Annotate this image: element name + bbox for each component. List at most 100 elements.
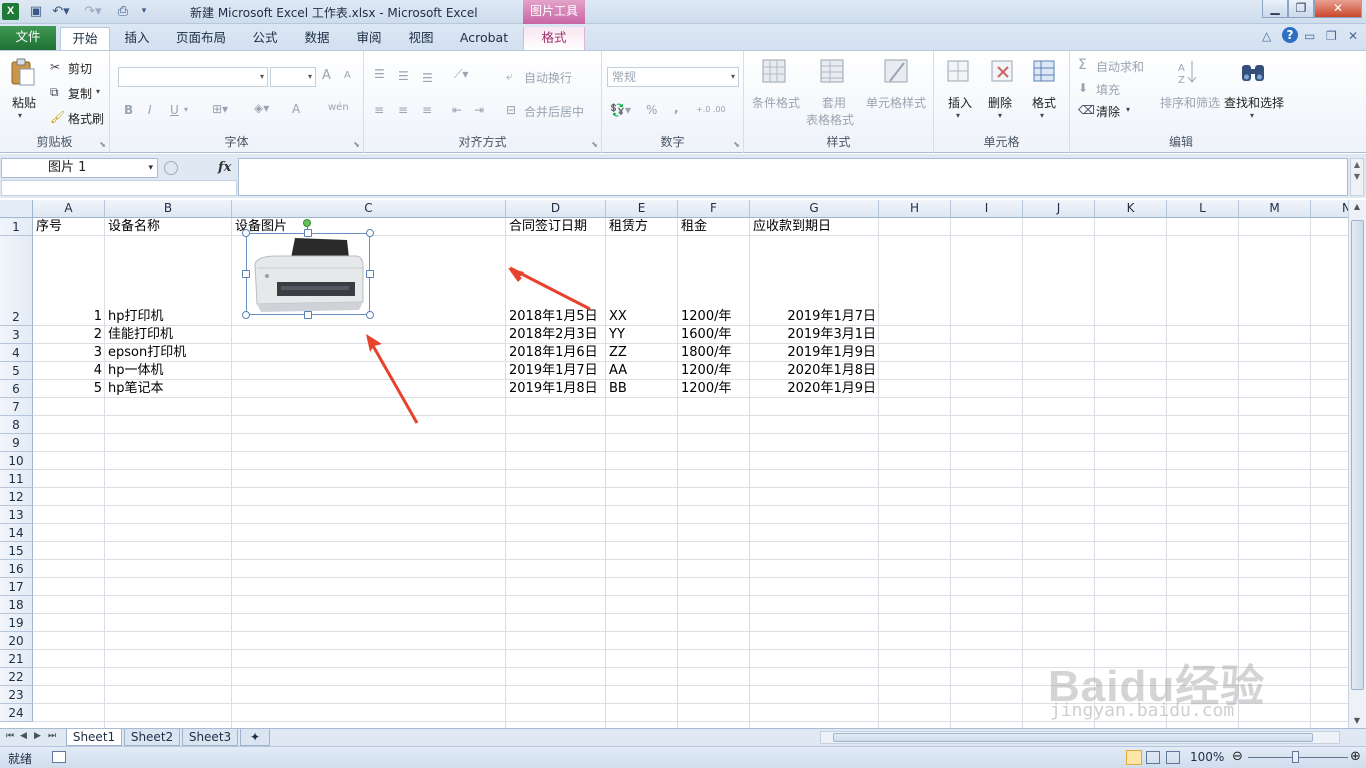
column-header-g[interactable]: G (750, 200, 879, 218)
doc-restore-icon[interactable]: ❐ (1326, 29, 1337, 43)
phonetic-button[interactable]: wén (328, 102, 349, 113)
resize-handle-6[interactable] (304, 311, 312, 319)
paste-button[interactable]: 粘贴 (12, 94, 36, 111)
format-as-table-button-line1[interactable]: 套用 (822, 94, 846, 111)
row-header-3[interactable]: 3 (0, 326, 33, 344)
cell-b5[interactable]: hp一体机 (105, 362, 232, 380)
align-center-icon[interactable]: ≡ (398, 103, 408, 117)
bold-button[interactable]: B (124, 103, 133, 117)
increase-decimal-button[interactable]: +.0 .00 (696, 105, 726, 114)
clear-button[interactable]: 清除 (1096, 103, 1120, 120)
column-header-k[interactable]: K (1095, 200, 1167, 218)
currency-icon[interactable]: 💱▾ (610, 103, 631, 117)
cell-f5[interactable]: 1200/年 (678, 362, 750, 380)
vertical-scroll-thumb[interactable] (1351, 220, 1364, 690)
cell-a2[interactable]: 1 (33, 308, 105, 326)
help-icon[interactable]: ? (1282, 27, 1298, 43)
tab-home[interactable]: 开始 (60, 27, 110, 50)
column-header-b[interactable]: B (105, 200, 232, 218)
cell-g3[interactable]: 2019年3月1日 (750, 326, 879, 344)
insert-sheet-icon[interactable]: ✦ (240, 729, 270, 746)
scroll-down-icon[interactable]: ▼ (1349, 716, 1365, 725)
clear-dropdown-icon[interactable]: ▾ (1126, 105, 1130, 114)
resize-handle-5[interactable] (242, 311, 250, 319)
first-sheet-icon[interactable]: ⏮ (6, 731, 14, 741)
align-left-icon[interactable]: ≡ (374, 103, 384, 117)
redo-icon[interactable]: ↷▾ (82, 3, 104, 20)
format-painter-button[interactable]: 格式刷 (68, 110, 104, 127)
wrap-text-button[interactable]: 自动换行 (524, 69, 572, 86)
italic-button[interactable]: I (148, 103, 152, 117)
cell-f4[interactable]: 1800/年 (678, 344, 750, 362)
restore-button[interactable]: ❐ (1288, 0, 1314, 18)
font-size-combo[interactable]: ▾ (270, 67, 316, 87)
resize-handle-1[interactable] (304, 229, 312, 237)
page-break-view-icon[interactable] (1166, 751, 1180, 764)
column-header-l[interactable]: L (1167, 200, 1239, 218)
format-dropdown-icon[interactable]: ▾ (1040, 111, 1044, 120)
cell-f3[interactable]: 1600/年 (678, 326, 750, 344)
paste-dropdown-icon[interactable]: ▾ (18, 111, 22, 120)
formula-cancel-icon[interactable] (164, 161, 178, 175)
undo-icon[interactable]: ↶▾ (50, 3, 72, 20)
rotate-handle[interactable] (303, 219, 311, 227)
row-header-18[interactable]: 18 (0, 596, 33, 614)
cell-b4[interactable]: epson打印机 (105, 344, 232, 362)
cell-a5[interactable]: 4 (33, 362, 105, 380)
find-select-button[interactable]: 查找和选择 (1224, 94, 1284, 111)
close-button[interactable]: ✕ (1314, 0, 1362, 18)
row-header-1[interactable]: 1 (0, 218, 33, 236)
tab-view[interactable]: 视图 (402, 27, 440, 50)
vertical-scrollbar[interactable]: ▲ ▼ (1348, 200, 1366, 728)
printer-picture[interactable] (246, 233, 370, 315)
resize-handle-3[interactable] (242, 270, 250, 278)
cell-d1[interactable]: 合同签订日期 (506, 218, 606, 236)
cell-e3[interactable]: YY (606, 326, 678, 344)
sheet-tab-sheet1[interactable]: Sheet1 (66, 729, 122, 746)
row-header-17[interactable]: 17 (0, 578, 33, 596)
autosum-button[interactable]: 自动求和 (1096, 58, 1144, 75)
customize-qat-icon[interactable]: ▾ (138, 3, 150, 20)
format-as-table-button-line2[interactable]: 表格格式 (806, 111, 854, 128)
cell-a3[interactable]: 2 (33, 326, 105, 344)
column-header-a[interactable]: A (33, 200, 105, 218)
cell-b1[interactable]: 设备名称 (105, 218, 232, 236)
fill-color-icon[interactable]: ◈▾ (254, 101, 269, 115)
borders-icon[interactable]: ⊞▾ (212, 102, 228, 116)
comma-button[interactable]: , (674, 101, 679, 115)
scroll-up-icon[interactable]: ▲ (1349, 202, 1365, 211)
column-header-h[interactable]: H (879, 200, 951, 218)
merge-center-button[interactable]: 合并后居中 (524, 103, 584, 120)
row-header-10[interactable]: 10 (0, 452, 33, 470)
row-header-24[interactable]: 24 (0, 704, 33, 722)
insert-function-button[interactable]: fx (218, 160, 231, 175)
zoom-in-icon[interactable]: ⊕ (1350, 749, 1361, 764)
cell-g5[interactable]: 2020年1月8日 (750, 362, 879, 380)
sort-filter-button[interactable]: 排序和筛选 (1160, 94, 1220, 111)
row-header-20[interactable]: 20 (0, 632, 33, 650)
minimize-ribbon-icon[interactable]: △ (1262, 29, 1271, 43)
resize-handle-0[interactable] (242, 229, 250, 237)
insert-cells-button[interactable]: 插入 (948, 94, 972, 111)
tab-insert[interactable]: 插入 (118, 27, 156, 50)
cell-a6[interactable]: 5 (33, 380, 105, 398)
cell-f2[interactable]: 1200/年 (678, 308, 750, 326)
prev-sheet-icon[interactable]: ◀ (20, 731, 27, 741)
last-sheet-icon[interactable]: ⏭ (48, 731, 56, 741)
cell-a1[interactable]: 序号 (33, 218, 105, 236)
tab-page-layout[interactable]: 页面布局 (170, 27, 232, 50)
page-layout-view-icon[interactable] (1146, 751, 1160, 764)
cut-button[interactable]: 剪切 (68, 60, 92, 77)
tab-review[interactable]: 审阅 (350, 27, 388, 50)
row-header-6[interactable]: 6 (0, 380, 33, 398)
row-header-15[interactable]: 15 (0, 542, 33, 560)
select-all-corner[interactable] (0, 200, 33, 218)
copy-button[interactable]: 复制 (68, 85, 92, 102)
row-header-9[interactable]: 9 (0, 434, 33, 452)
grow-font-button[interactable]: A (322, 68, 331, 83)
next-sheet-icon[interactable]: ▶ (34, 731, 41, 741)
cell-e1[interactable]: 租赁方 (606, 218, 678, 236)
cell-e2[interactable]: XX (606, 308, 678, 326)
formula-input[interactable] (238, 158, 1348, 196)
cell-e6[interactable]: BB (606, 380, 678, 398)
